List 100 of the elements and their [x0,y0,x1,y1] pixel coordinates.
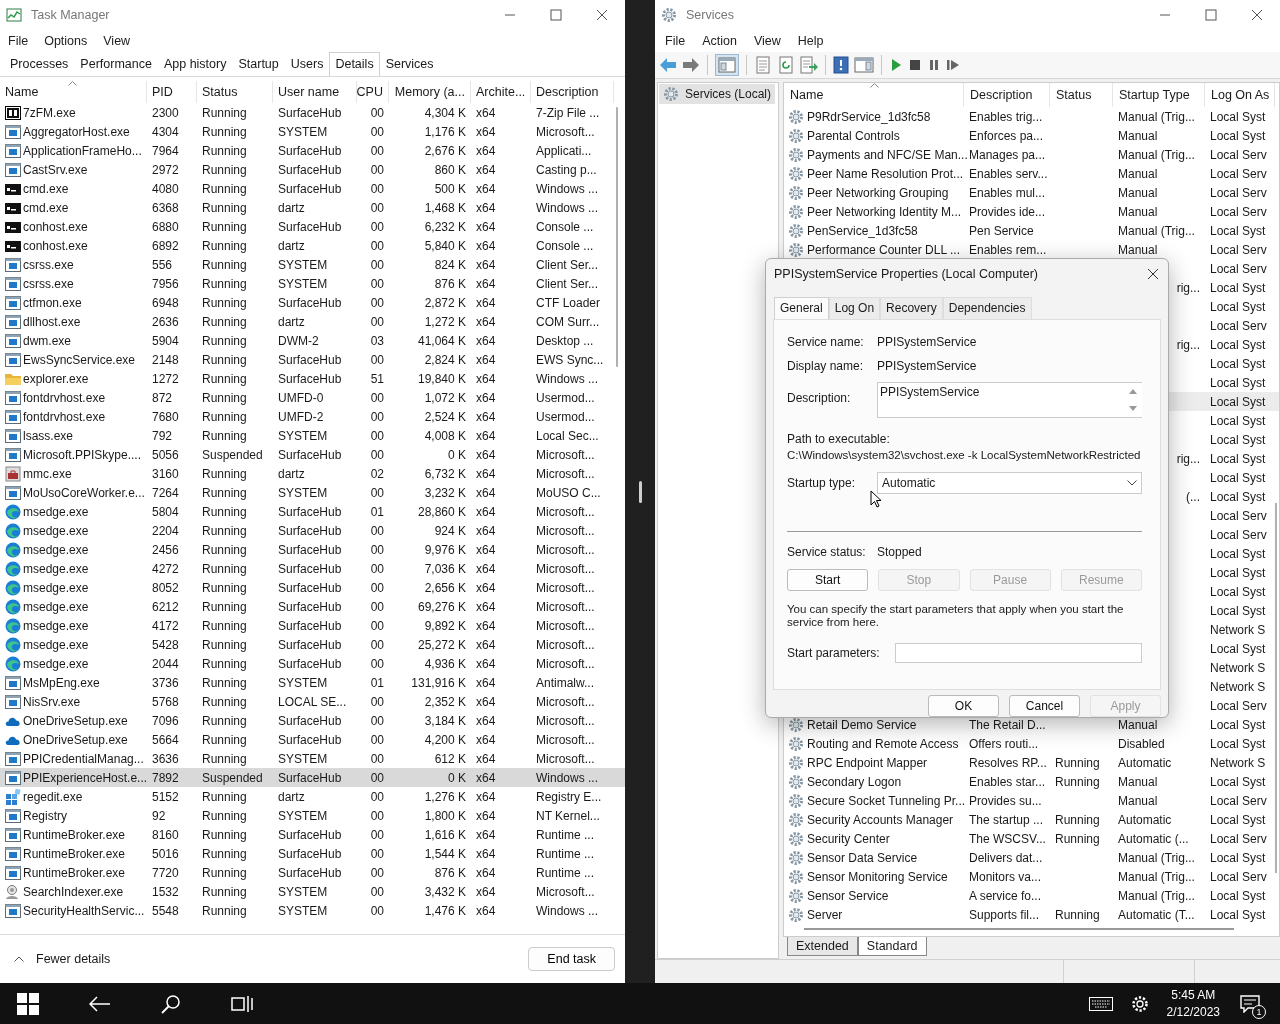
search-icon[interactable] [161,993,181,1014]
column-header[interactable]: Name [5,85,39,99]
close-icon[interactable] [1147,267,1159,280]
table-row[interactable]: RPC Endpoint Mapper Resolves RP... Running Automatic Network S [784,753,1279,772]
table-row[interactable]: mmc.exe 3160 Running dartz 02 6,732 K x64 Microsoft... [0,464,625,483]
table-row[interactable]: regedit.exe 5152 Running dartz 00 1,276 K x64 Registry E... [0,787,625,806]
tab[interactable]: Startup [232,52,285,76]
tab[interactable]: Details [329,52,380,76]
clock-date[interactable]: 2/12/2023 [1166,1003,1220,1021]
table-row[interactable]: Peer Networking Identity M... Provides ide... Manual Local Serv [784,202,1279,221]
windows-logo-icon[interactable] [17,992,39,1015]
help-book-icon[interactable] [833,56,849,74]
table-row[interactable]: MsMpEng.exe 3736 Running SYSTEM 01 131,916 K x64 Antimalw... [0,673,625,692]
table-row[interactable]: Security Center The WSCSV... Running Automatic (... Local Serv [784,829,1279,848]
tab[interactable]: Recovery [880,296,943,319]
tab[interactable]: Processes [4,52,75,76]
dialog-button[interactable]: Cancel [1009,695,1080,717]
tab[interactable]: Dependencies [942,296,1032,319]
table-row[interactable]: Sensor Service A service fo... Manual (Trig... Local Syst [784,886,1279,905]
table-row[interactable]: Peer Networking Grouping Enables mul... Manual Local Serv [784,183,1279,202]
table-row[interactable]: msedge.exe 2044 Running SurfaceHub 00 4,936 K x64 Microsoft... [0,654,625,673]
table-row[interactable]: RuntimeBroker.exe 8160 Running SurfaceHub 00 1,616 K x64 Runtime ... [0,825,625,844]
table-row[interactable]: EwsSyncService.exe 2148 Running SurfaceHub 00 2,824 K x64 EWS Sync... [0,350,625,369]
resume-icon[interactable] [946,58,960,72]
table-row[interactable]: PenService_1d3fc58 Pen Service Manual (Trig... Local Syst [784,221,1279,240]
service-control-button[interactable]: Start [787,568,869,591]
table-row[interactable]: ctfmon.exe 6948 Running SurfaceHub 00 2,872 K x64 CTF Loader [0,293,625,312]
table-row[interactable]: msedge.exe 2456 Running SurfaceHub 00 9,976 K x64 Microsoft... [0,540,625,559]
menu-item[interactable]: View [103,34,131,48]
column-header[interactable]: User name [278,85,340,99]
table-row[interactable]: conhost.exe 6892 Running dartz 00 5,840 K x64 Console ... [0,236,625,255]
splitter-handle[interactable] [638,480,642,503]
table-row[interactable]: Parental Controls Enforces pa... Manual Local Syst [784,126,1279,145]
menu-item[interactable]: Options [44,34,88,48]
tab[interactable]: App history [157,52,233,76]
table-row[interactable]: Payments and NFC/SE Man...Manages pa... Manual (Trig... Local Serv [784,145,1279,164]
play-icon[interactable] [889,58,903,72]
table-row[interactable]: AggregatorHost.exe 4304 Running SYSTEM 00 1,176 K x64 Microsoft... [0,122,625,141]
column-header[interactable]: PID [152,85,173,99]
maximize-icon[interactable] [1205,9,1217,21]
table-row[interactable]: Performance Counter DLL ... Enables rem... Manual Local Serv [784,240,1279,259]
dialog-button[interactable]: OK [928,695,999,717]
pause-icon[interactable] [927,58,941,72]
refresh-icon[interactable] [777,56,795,74]
end-task-button[interactable]: End task [528,947,615,971]
export-icon[interactable] [800,56,818,74]
column-header[interactable]: Description [970,88,1033,102]
column-header[interactable]: Description [536,85,599,99]
table-row[interactable]: SearchIndexer.exe 1532 Running SYSTEM 00 3,432 K x64 Microsoft... [0,882,625,901]
fewer-details-link[interactable]: Fewer details [36,952,111,966]
menu-item[interactable]: File [8,34,29,48]
menu-item[interactable]: Action [702,34,737,48]
startup-type-dropdown[interactable]: Automatic [877,471,1142,494]
table-row[interactable]: cmd.exe 6368 Running dartz 00 1,468 K x64 Windows ... [0,198,625,217]
stop-icon[interactable] [908,58,922,72]
table-row[interactable]: explorer.exe 1272 Running SurfaceHub 51 19,840 K x64 Windows ... [0,369,625,388]
close-icon[interactable] [596,9,608,21]
table-row[interactable]: msedge.exe 4272 Running SurfaceHub 00 7,036 K x64 Microsoft... [0,559,625,578]
scroll-bar[interactable] [616,107,618,367]
table-row[interactable]: fontdrvhost.exe 872 Running UMFD-0 00 1,072 K x64 Usermod... [0,388,625,407]
table-row[interactable]: conhost.exe 6880 Running SurfaceHub 00 6,232 K x64 Console ... [0,217,625,236]
menu-item[interactable]: Help [797,34,824,48]
close-icon[interactable] [1251,9,1263,21]
start-parameters-field[interactable] [895,642,1142,663]
table-row[interactable]: OneDriveSetup.exe 5664 Running SurfaceHub 00 4,200 K x64 Microsoft... [0,730,625,749]
table-row[interactable]: lsass.exe 792 Running SYSTEM 00 4,008 K x64 Local Sec... [0,426,625,445]
table-row[interactable]: msedge.exe 8052 Running SurfaceHub 00 2,656 K x64 Microsoft... [0,578,625,597]
table-row[interactable]: csrss.exe 556 Running SYSTEM 00 824 K x64 Client Ser... [0,255,625,274]
column-header[interactable]: Status [202,85,238,99]
table-row[interactable]: dllhost.exe 2636 Running dartz 00 1,272 K x64 COM Surr... [0,312,625,331]
table-row[interactable]: Peer Name Resolution Prot... Enables serv... Manual Local Serv [784,164,1279,183]
back-arrow-icon[interactable] [89,995,111,1012]
table-row[interactable]: CastSrv.exe 2972 Running SurfaceHub 00 860 K x64 Casting p... [0,160,625,179]
table-row[interactable]: cmd.exe 4080 Running SurfaceHub 00 500 K x64 Windows ... [0,179,625,198]
tab[interactable]: Standard [857,937,927,956]
table-row[interactable]: Secondary Logon Enables star... Running Manual Local Syst [784,772,1279,791]
column-header[interactable]: Log On As [1211,88,1270,102]
scroll-bar[interactable] [1275,503,1277,873]
keyboard-icon[interactable] [1088,996,1113,1011]
table-row[interactable]: Retail Demo Service The Retail D... Manual Local Syst [784,715,1279,734]
tab[interactable]: Users [284,52,330,76]
table-row[interactable]: PPIExperienceHost.e... 7892 Suspended SurfaceHub 00 0 K x64 Windows ... [0,768,625,787]
table-row[interactable]: Routing and Remote Access Offers routi... Disabled Local Syst [784,734,1279,753]
table-row[interactable]: dwm.exe 5904 Running DWM-2 03 41,064 K x64 Desktop ... [0,331,625,350]
forward-arrow-icon[interactable] [682,57,700,73]
table-row[interactable]: NisSrv.exe 5768 Running LOCAL SE... 00 2,352 K x64 Microsoft... [0,692,625,711]
table-row[interactable]: OneDriveSetup.exe 7096 Running SurfaceHub 00 3,184 K x64 Microsoft... [0,711,625,730]
menu-item[interactable]: View [753,34,781,48]
table-row[interactable]: SecurityHealthServic... 5548 Running SYSTEM 00 1,476 K x64 Windows ... [0,901,625,920]
table-row[interactable]: msedge.exe 5804 Running SurfaceHub 01 28,860 K x64 Microsoft... [0,502,625,521]
table-row[interactable]: Server Supports fil... Running Automatic (T... Local Syst [784,905,1279,924]
table-row[interactable]: ApplicationFrameHo... 7964 Running SurfaceHub 00 2,676 K x64 Applicati... [0,141,625,160]
table-row[interactable]: msedge.exe 5428 Running SurfaceHub 00 25,272 K x64 Microsoft... [0,635,625,654]
description-field[interactable]: PPISystemService [877,381,1142,418]
table-row[interactable]: Secure Socket Tunneling Pr... Provides su... Manual Local Serv [784,791,1279,810]
action-pane-icon[interactable] [854,56,874,74]
tab[interactable]: Performance [74,52,158,76]
chat-bubble-icon[interactable] [1240,994,1260,1013]
column-header[interactable]: Name [790,88,824,102]
tree-item[interactable]: Services (Local) [659,84,776,104]
